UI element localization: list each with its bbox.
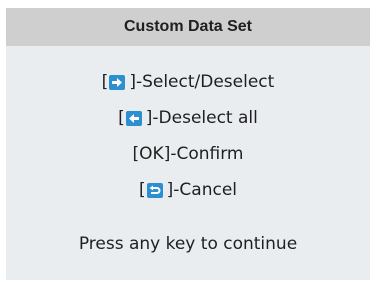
instruction-select-deselect: [ ]-Select/Deselect (102, 64, 275, 100)
dialog-title-bar: Custom Data Set (6, 8, 370, 46)
return-icon (146, 182, 163, 198)
instruction-cancel: [ ]-Cancel (139, 172, 237, 208)
instruction-text: ]-Select/Deselect (129, 72, 275, 92)
instruction-text: [OK]-Confirm (132, 144, 244, 164)
instruction-text: ]-Cancel (166, 180, 237, 200)
dialog-title: Custom Data Set (123, 18, 253, 35)
instruction-deselect-all: [ ]-Deselect all (118, 100, 258, 136)
custom-data-set-dialog: Custom Data Set [ ]-Select/Deselect [ ]-… (6, 8, 370, 280)
instruction-confirm: [OK]-Confirm (133, 136, 244, 172)
bracket-open: [ (139, 180, 146, 200)
instruction-text: ]-Deselect all (145, 108, 258, 128)
right-arrow-icon (109, 74, 126, 90)
bracket-open: [ (118, 108, 125, 128)
press-any-key-message: Press any key to continue (78, 234, 298, 254)
bracket-open: [ (101, 72, 109, 92)
key-instructions: [ ]-Select/Deselect [ ]-Deselect all [OK… (6, 64, 370, 208)
left-arrow-icon (125, 110, 142, 126)
